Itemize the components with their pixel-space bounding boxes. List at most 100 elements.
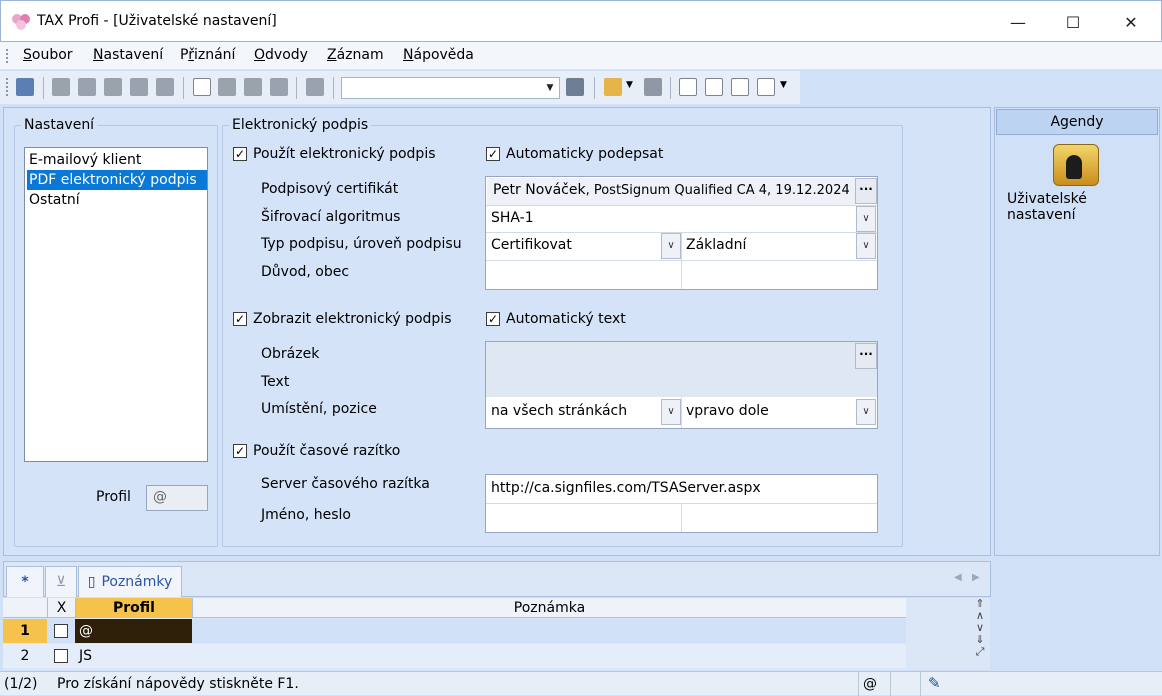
help-pointer-icon[interactable]: [757, 78, 775, 96]
row-profil[interactable]: @: [75, 619, 192, 643]
image-view-icon[interactable]: [731, 78, 749, 96]
folder-star-icon[interactable]: [604, 78, 622, 96]
chevron-down-icon[interactable]: ∨: [661, 399, 681, 425]
menu-soubor[interactable]: Soubor: [23, 47, 73, 63]
scroll-right-icon[interactable]: ▶: [972, 572, 980, 583]
list-item[interactable]: E-mailový klient: [27, 150, 207, 170]
umisteni-value[interactable]: na všech stránkách: [491, 403, 627, 419]
nastaveni-legend: Nastavení: [24, 117, 95, 133]
maximize-icon: ☐: [1065, 12, 1081, 32]
save-record-icon[interactable]: [244, 78, 262, 96]
chevron-down-icon[interactable]: ▼: [543, 80, 557, 96]
toolbar-separator: [333, 77, 334, 99]
tab-new[interactable]: *: [6, 566, 44, 597]
tab-filter[interactable]: ⊻: [45, 566, 77, 597]
table-view-icon[interactable]: [705, 78, 723, 96]
list-item[interactable]: PDF elektronický podpis: [27, 170, 207, 190]
chevron-down-icon[interactable]: ∨: [856, 233, 876, 259]
minimize-button[interactable]: —: [989, 1, 1047, 43]
certifikat-browse-button[interactable]: ···: [855, 178, 877, 204]
grid-scrollbar[interactable]: ⇑ ∧ ∨ ⇓ ⤢: [971, 598, 989, 668]
row-poznamka[interactable]: [192, 644, 906, 668]
export-icon[interactable]: [156, 78, 174, 96]
row-checkbox[interactable]: [54, 649, 68, 663]
algoritmus-value[interactable]: SHA-1: [491, 210, 534, 226]
edit-record-icon[interactable]: [218, 78, 236, 96]
toolbar-combo[interactable]: ▼: [341, 77, 560, 99]
text-label: Text: [261, 374, 290, 390]
copy-icon[interactable]: [52, 78, 70, 96]
copy-record-icon[interactable]: [306, 78, 324, 96]
menu-priznani[interactable]: Přiznání: [180, 47, 235, 63]
stop-icon[interactable]: [644, 78, 662, 96]
list-item[interactable]: Ostatní: [27, 190, 207, 210]
jmeno-label: Jméno, heslo: [261, 507, 351, 523]
agendy-header: Agendy: [996, 109, 1158, 135]
print-preview-icon[interactable]: [104, 78, 122, 96]
col-profil[interactable]: Profil: [75, 598, 192, 618]
toolbar-grip: [6, 78, 8, 96]
maximize-button[interactable]: ☐: [1044, 1, 1102, 43]
document-icon: ▯: [87, 574, 96, 590]
menu-zaznam[interactable]: Záznam: [327, 47, 384, 63]
profil-field[interactable]: @: [146, 485, 208, 511]
resize-icon[interactable]: ⤢: [971, 646, 989, 658]
pouzit-podpis-label: Použít elektronický podpis: [253, 146, 436, 162]
row-checkbox[interactable]: [54, 624, 68, 638]
auto-podepsat-checkbox[interactable]: ✓: [486, 147, 500, 161]
toolbar-separator: [183, 77, 184, 99]
server-box: http://ca.signfiles.com/TSAServer.aspx: [485, 474, 878, 533]
agendy-item-label[interactable]: Uživatelské nastavení: [1007, 191, 1159, 223]
zobrazit-podpis-checkbox[interactable]: ✓: [233, 312, 247, 326]
certifikat-label: Podpisový certifikát: [261, 181, 399, 197]
menu-nastaveni[interactable]: Nastavení: [93, 47, 163, 63]
chevron-down-icon[interactable]: ▼: [780, 80, 787, 90]
obrazek-browse-button[interactable]: ···: [855, 343, 877, 369]
chevron-down-icon[interactable]: ∨: [856, 399, 876, 425]
server-value[interactable]: http://ca.signfiles.com/TSAServer.aspx: [491, 480, 761, 496]
exit-icon[interactable]: [16, 78, 34, 96]
pouzit-podpis-checkbox[interactable]: ✓: [233, 147, 247, 161]
print-icon[interactable]: [78, 78, 96, 96]
agendy-panel: Agendy Uživatelské nastavení: [994, 107, 1160, 556]
settings-panel: Nastavení E-mailový klient PDF elektroni…: [3, 107, 991, 556]
nastaveni-list[interactable]: E-mailový klient PDF elektronický podpis…: [24, 147, 208, 462]
casove-razitko-checkbox[interactable]: ✓: [233, 444, 247, 458]
scroll-left-icon[interactable]: ◀: [954, 572, 962, 583]
chevron-down-icon[interactable]: ▼: [626, 80, 633, 90]
tab-poznamky[interactable]: ▯ Poznámky: [78, 566, 182, 597]
filter-icon[interactable]: [566, 78, 584, 96]
menu-napoveda[interactable]: Nápověda: [403, 47, 474, 63]
chevron-down-icon[interactable]: ∨: [661, 233, 681, 259]
col-x[interactable]: X: [47, 598, 75, 618]
row-profil[interactable]: JS: [79, 644, 192, 668]
typ-value[interactable]: Certifikovat: [491, 237, 572, 253]
row-poznamka[interactable]: [192, 619, 906, 643]
status-position: (1/2): [4, 676, 38, 692]
window-icon[interactable]: [679, 78, 697, 96]
table-row[interactable]: 2 JS: [3, 644, 906, 668]
podpis-legend: Elektronický podpis: [232, 117, 369, 133]
algoritmus-label: Šifrovací algoritmus: [261, 209, 401, 225]
toolbar-separator: [296, 77, 297, 99]
table-row[interactable]: 1 @: [3, 619, 906, 643]
zobrazit-podpis-label: Zobrazit elektronický podpis: [253, 311, 452, 327]
uroven-value[interactable]: Základní: [686, 237, 746, 253]
obrazek-box: ··· na všech stránkách ∨ vpravo dole ∨: [485, 341, 878, 429]
auto-text-label: Automatický text: [506, 311, 626, 327]
export-pdf-icon[interactable]: [130, 78, 148, 96]
signature-pen-icon: ✎: [928, 674, 941, 692]
chevron-down-icon[interactable]: ∨: [856, 206, 876, 232]
pozice-value[interactable]: vpravo dole: [686, 403, 769, 419]
tab-poznamky-label: Poznámky: [101, 574, 173, 590]
obrazek-label: Obrázek: [261, 346, 320, 362]
auto-text-checkbox[interactable]: ✓: [486, 312, 500, 326]
delete-record-icon[interactable]: [270, 78, 288, 96]
col-poznamka[interactable]: Poznámka: [192, 598, 906, 618]
new-record-icon[interactable]: [193, 78, 211, 96]
umisteni-label: Umístění, pozice: [261, 401, 377, 417]
menu-odvody[interactable]: Odvody: [254, 47, 308, 63]
row-number: 2: [20, 648, 30, 664]
close-button[interactable]: ✕: [1102, 1, 1160, 43]
user-settings-icon[interactable]: [1053, 144, 1099, 186]
